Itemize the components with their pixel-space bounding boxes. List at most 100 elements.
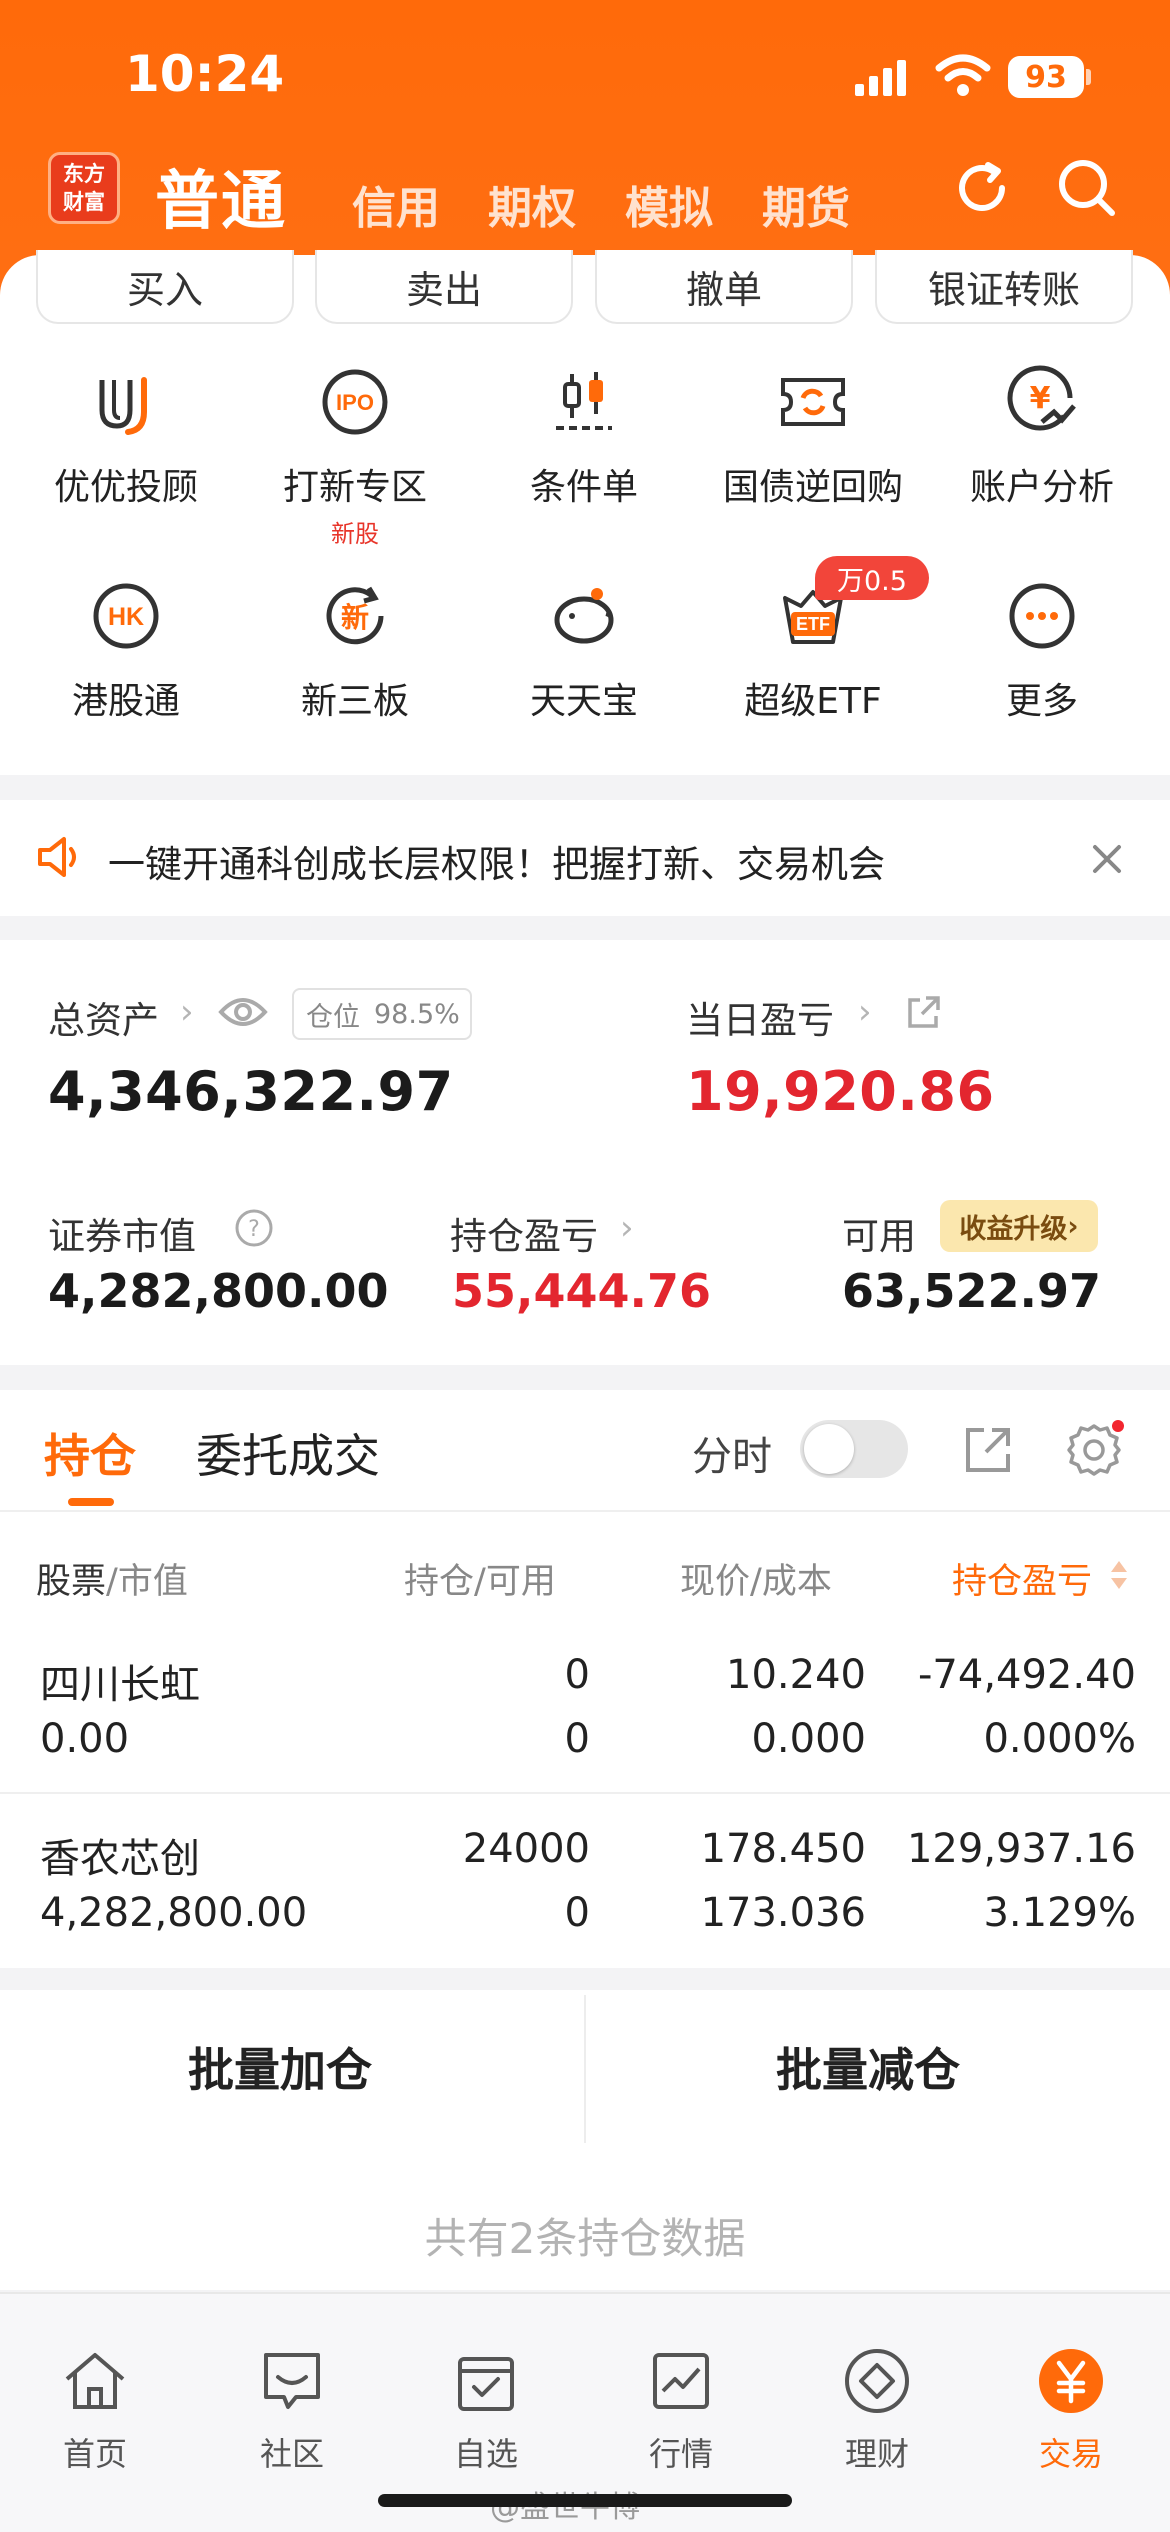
feature-ipo-zone[interactable]: IPO 打新专区 新股 xyxy=(240,362,470,549)
nav-label: 行情 xyxy=(648,2435,713,2473)
divider xyxy=(0,1792,1170,1794)
help-icon[interactable]: ? xyxy=(234,1208,274,1248)
market-value: 4,282,800.00 xyxy=(48,1264,389,1318)
uu-advisor-icon xyxy=(99,377,147,435)
nav-market[interactable]: 行情 xyxy=(611,2345,751,2475)
search-icon[interactable] xyxy=(1054,155,1120,221)
batch-reduce-button[interactable]: 批量减仓 xyxy=(776,2034,960,2100)
buy-button[interactable]: 买入 xyxy=(36,250,294,324)
total-assets-label[interactable]: 总资产 xyxy=(48,990,159,1044)
logo-line-1: 东方 xyxy=(63,162,105,186)
app-logo[interactable]: 东方 财富 xyxy=(48,152,120,224)
battery-indicator: 93 xyxy=(1008,56,1084,98)
svg-text:HK: HK xyxy=(108,603,144,631)
active-tab-indicator xyxy=(68,1498,114,1506)
holding-pl-percent: 3.129% xyxy=(983,1890,1136,1936)
feature-more[interactable]: 更多 xyxy=(927,576,1157,724)
wifi-icon xyxy=(935,54,991,96)
divider xyxy=(584,1995,586,2143)
cancel-order-button[interactable]: 撤单 xyxy=(595,250,853,324)
svg-text:?: ? xyxy=(248,1217,260,1242)
new-board-icon: 新 xyxy=(326,586,384,645)
stock-name: 香农芯创 xyxy=(40,1836,200,1882)
logo-line-2: 财富 xyxy=(63,190,105,214)
tab-simulation[interactable]: 模拟 xyxy=(625,172,713,236)
feature-uu-advisor[interactable]: 优优投顾 xyxy=(11,362,241,510)
toggle-knob xyxy=(804,1424,854,1474)
yen-circle-icon xyxy=(1039,2349,1103,2413)
nav-label: 社区 xyxy=(259,2435,324,2473)
nav-watchlist[interactable]: 自选 xyxy=(416,2345,556,2475)
battery-tip xyxy=(1086,69,1091,85)
close-icon[interactable] xyxy=(1090,842,1124,876)
tab-orders-trades[interactable]: 委托成交 xyxy=(196,1420,380,1486)
holdings-count-note: 共有2条持仓数据 xyxy=(424,2214,746,2263)
stock-name: 四川长虹 xyxy=(40,1662,200,1708)
nav-label: 理财 xyxy=(844,2435,909,2473)
feature-account-analysis[interactable]: ¥ 账户分析 xyxy=(927,362,1157,510)
col-holding-pl[interactable]: 持仓盈亏 xyxy=(952,1553,1092,1604)
ipo-icon: IPO xyxy=(322,369,388,435)
chevron-right-icon: › xyxy=(620,1208,634,1248)
feature-reverse-repo[interactable]: 国债逆回购 xyxy=(698,362,928,510)
share-icon[interactable] xyxy=(904,994,942,1032)
eye-icon[interactable] xyxy=(218,994,268,1030)
tab-normal[interactable]: 普通 xyxy=(155,150,287,242)
diamond-icon xyxy=(845,2349,909,2413)
piggy-bank-icon xyxy=(554,588,614,644)
holding-pl-value: 55,444.76 xyxy=(452,1264,711,1318)
etf-fee-badge: 万0.5 xyxy=(815,556,929,600)
col-price-cost: 现价/成本 xyxy=(680,1562,832,1602)
position-ratio-value: 98.5% xyxy=(374,998,460,1030)
cost-price: 173.036 xyxy=(700,1890,866,1936)
repo-ticket-icon xyxy=(781,378,845,426)
chevron-right-icon: › xyxy=(858,992,872,1032)
tab-futures[interactable]: 期货 xyxy=(762,172,850,236)
holding-pl-amount: -74,492.40 xyxy=(917,1652,1136,1698)
feature-label: 港股通 xyxy=(71,681,180,722)
market-chart-icon xyxy=(653,2353,709,2409)
col-available: 可用 xyxy=(485,1562,556,1602)
settings-gear-icon[interactable] xyxy=(1064,1420,1124,1480)
export-icon[interactable] xyxy=(962,1424,1014,1476)
nav-community[interactable]: 社区 xyxy=(222,2345,362,2475)
tab-credit[interactable]: 信用 xyxy=(352,172,440,236)
yen-chart-icon: ¥ xyxy=(1007,365,1076,431)
tab-options[interactable]: 期权 xyxy=(488,172,576,236)
watchlist-icon xyxy=(458,2357,514,2411)
bank-transfer-button[interactable]: 银证转账 xyxy=(875,250,1133,324)
current-price: 178.450 xyxy=(700,1826,866,1872)
yield-upgrade-button[interactable]: 收益升级 › xyxy=(940,1200,1098,1252)
hk-icon: HK xyxy=(93,583,159,649)
feature-new-third-board[interactable]: 新 新三板 xyxy=(240,576,470,724)
nav-wealth[interactable]: 理财 xyxy=(807,2345,947,2475)
available-qty: 0 xyxy=(564,1890,590,1936)
batch-add-button[interactable]: 批量加仓 xyxy=(188,2034,372,2100)
sell-button[interactable]: 卖出 xyxy=(315,250,573,324)
holding-pl-amount: 129,937.16 xyxy=(906,1826,1136,1872)
nav-home[interactable]: 首页 xyxy=(25,2345,165,2475)
chat-icon xyxy=(264,2353,320,2409)
holding-pl-percent: 0.000% xyxy=(983,1716,1136,1762)
col-holding: 持仓 xyxy=(404,1562,475,1602)
feature-tiantianbao[interactable]: 天天宝 xyxy=(469,576,699,724)
stock-market-value: 0.00 xyxy=(40,1716,130,1762)
feature-label: 账户分析 xyxy=(969,467,1114,508)
col-holding-available: 持仓/可用 xyxy=(404,1562,556,1602)
home-indicator[interactable] xyxy=(378,2494,792,2507)
holding-pl-label[interactable]: 持仓盈亏 xyxy=(450,1206,598,1260)
svg-text:新: 新 xyxy=(341,601,369,634)
sort-icon[interactable] xyxy=(1108,1558,1130,1592)
daily-pl-label[interactable]: 当日盈亏 xyxy=(686,990,834,1044)
divider xyxy=(0,1510,1170,1512)
feature-hk-connect[interactable]: HK 港股通 xyxy=(11,576,241,724)
daily-pl-value: 19,920.86 xyxy=(686,1060,995,1123)
nav-trade[interactable]: 交易 xyxy=(1001,2345,1141,2475)
feature-conditional-order[interactable]: 条件单 xyxy=(469,362,699,510)
refresh-icon[interactable] xyxy=(950,155,1016,221)
feature-label: 新三板 xyxy=(300,681,409,722)
home-icon xyxy=(65,2353,125,2409)
tab-positions[interactable]: 持仓 xyxy=(44,1420,136,1486)
yield-upgrade-label: 收益升级 xyxy=(959,1213,1068,1245)
intraday-toggle-label: 分时 xyxy=(692,1434,772,1480)
